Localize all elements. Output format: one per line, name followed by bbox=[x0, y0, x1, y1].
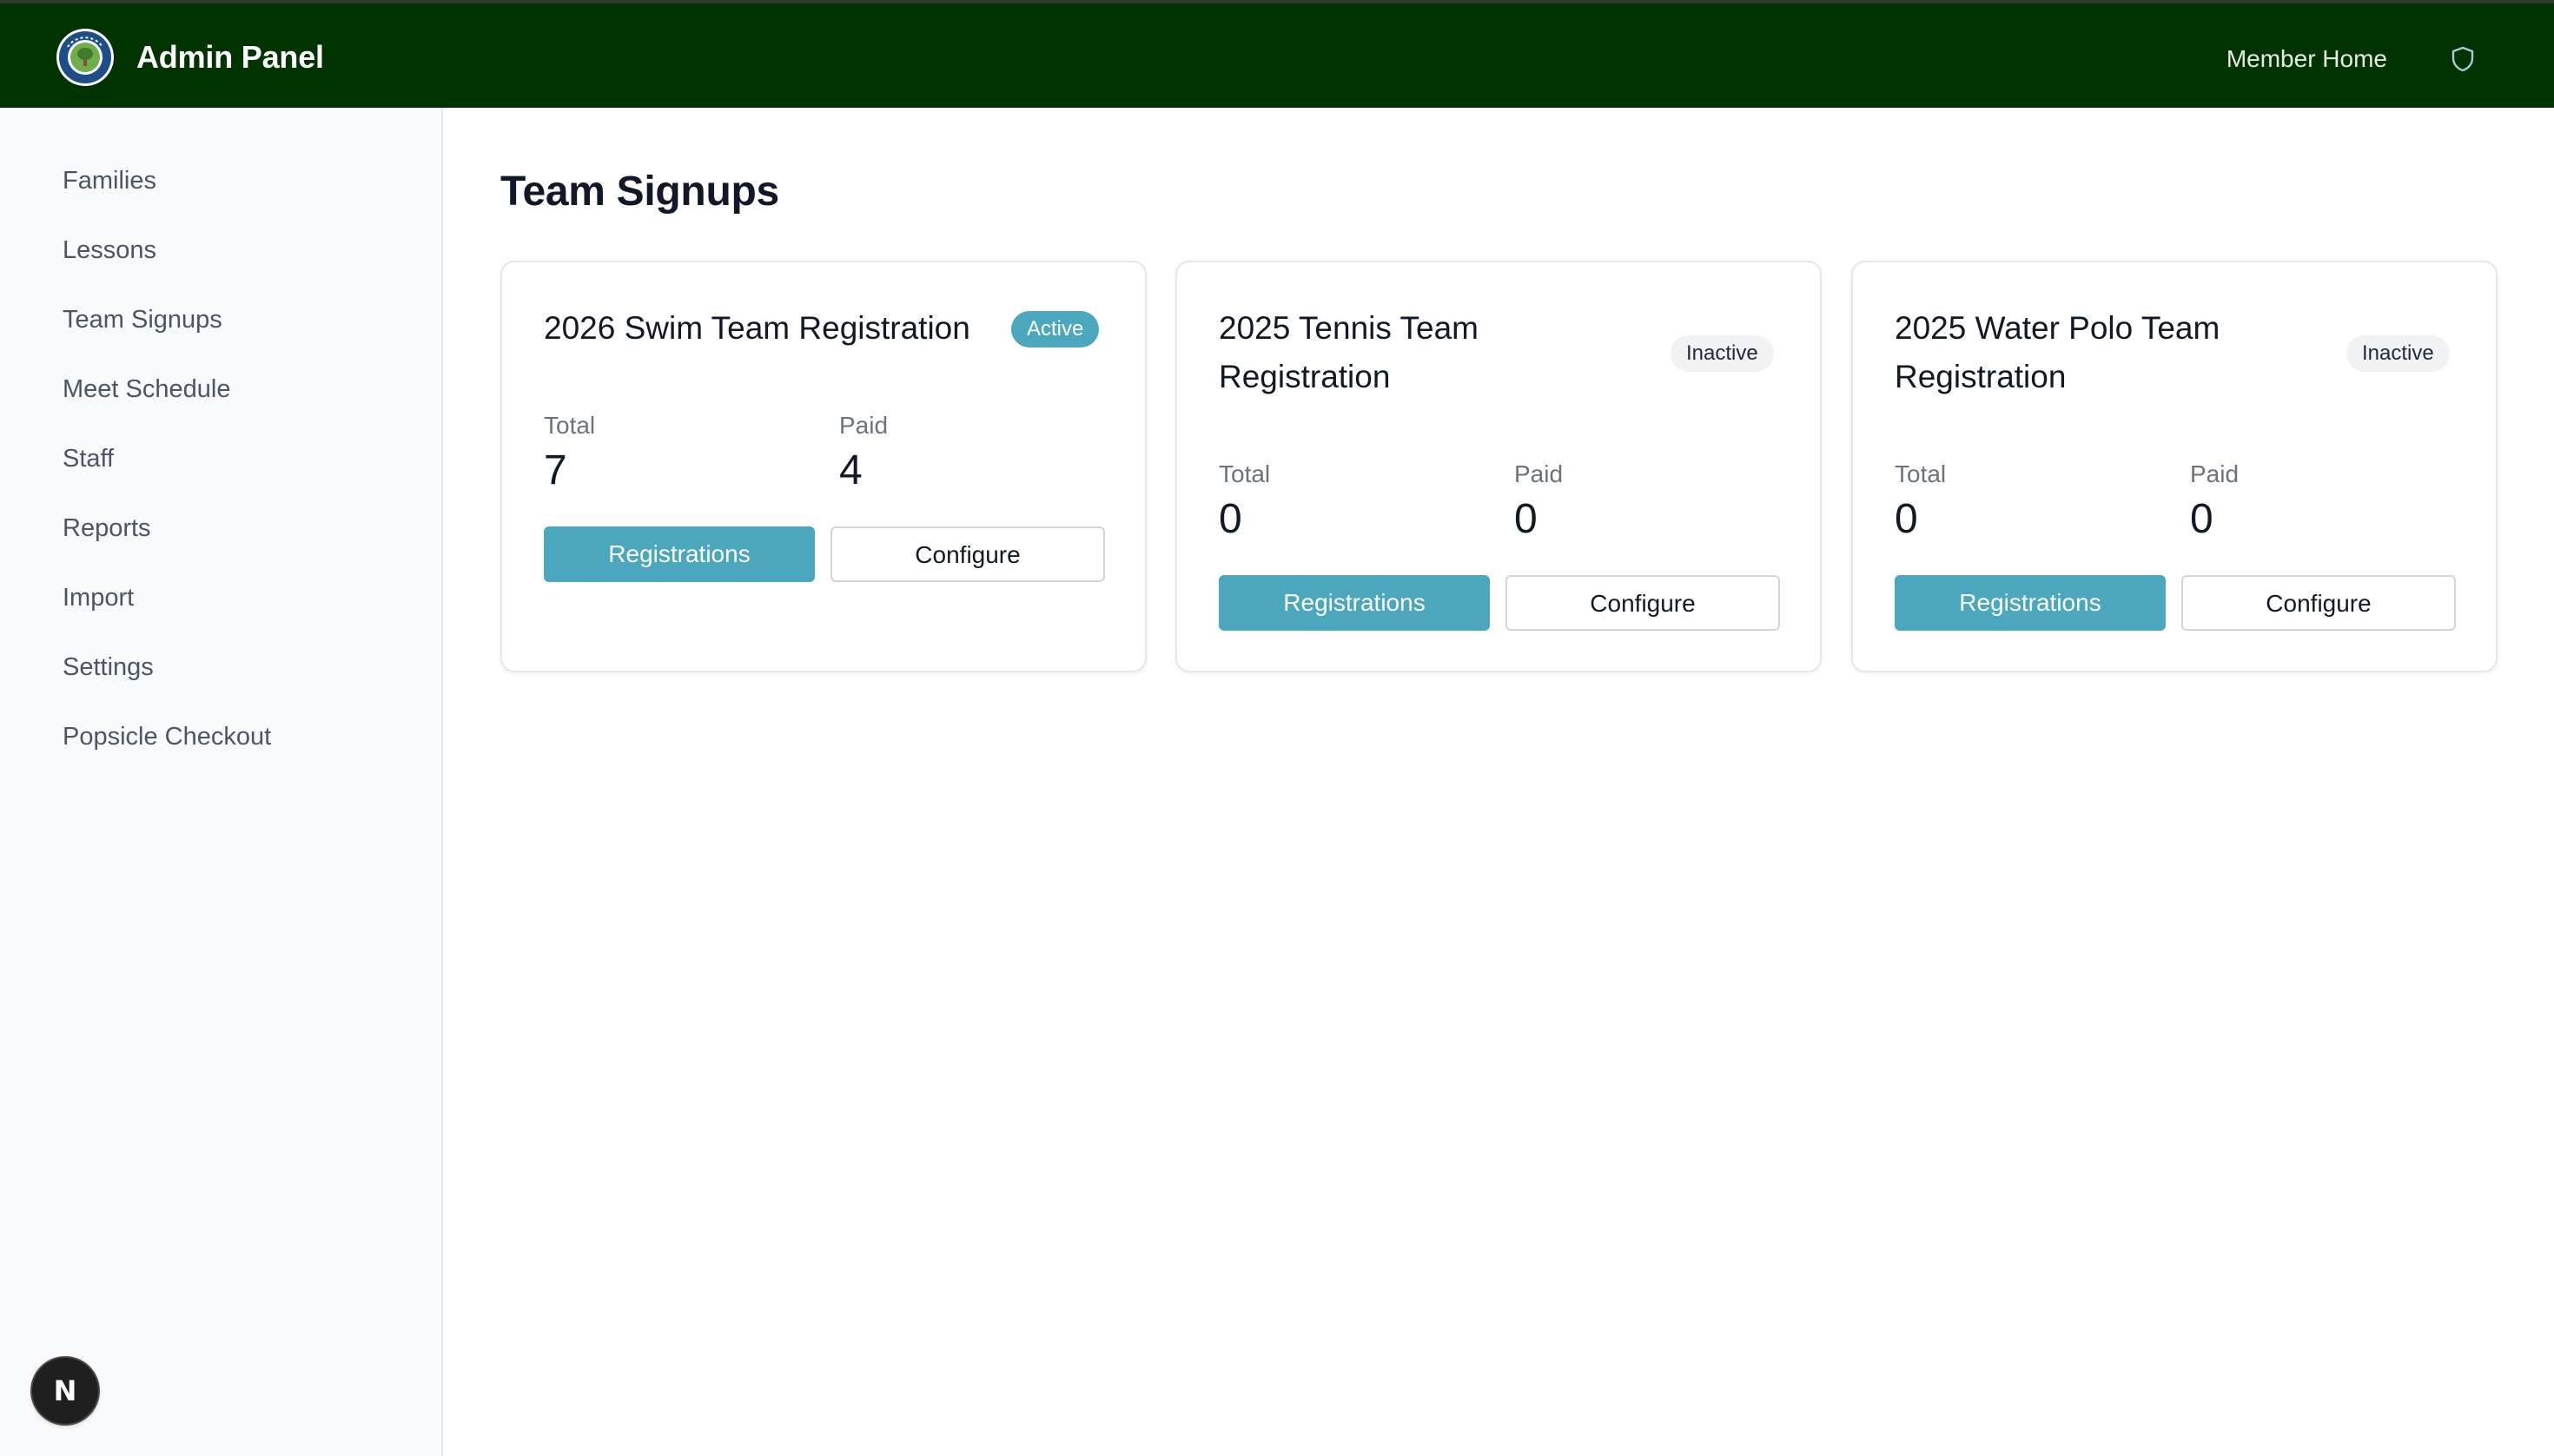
nextjs-icon: N bbox=[53, 1374, 77, 1407]
card-title-line: Registration bbox=[1219, 359, 1391, 394]
sidebar-item-team-signups[interactable]: Team Signups bbox=[63, 302, 222, 337]
nextjs-dev-badge[interactable]: N bbox=[32, 1358, 98, 1424]
signup-card: 2026 Swim Team Registration Active Total… bbox=[500, 261, 1147, 672]
registrations-button[interactable]: Registrations bbox=[1219, 575, 1490, 631]
total-label: Total bbox=[544, 412, 596, 439]
status-badge: Inactive bbox=[1671, 335, 1774, 372]
club-logo-icon[interactable] bbox=[56, 28, 115, 87]
sidebar-item-popsicle-checkout[interactable]: Popsicle Checkout bbox=[63, 719, 271, 754]
total-value: 7 bbox=[544, 447, 567, 493]
paid-value: 0 bbox=[1514, 496, 1538, 542]
app-title: Admin Panel bbox=[136, 39, 324, 75]
sidebar-item-settings[interactable]: Settings bbox=[63, 650, 154, 685]
signup-card: 2025 Tennis Team Registration Inactive T… bbox=[1175, 261, 1822, 672]
sidebar-item-lessons[interactable]: Lessons bbox=[63, 233, 156, 268]
sidebar-item-import[interactable]: Import bbox=[63, 580, 134, 615]
paid-label: Paid bbox=[2190, 460, 2240, 487]
card-title-line: Registration bbox=[1895, 359, 2067, 394]
total-value: 0 bbox=[1219, 496, 1242, 542]
paid-label: Paid bbox=[1514, 460, 1564, 487]
card-title-line: 2025 Water Polo Team bbox=[1895, 310, 2220, 346]
configure-button[interactable]: Configure bbox=[830, 526, 1105, 582]
sidebar: Families Lessons Team Signups Meet Sched… bbox=[0, 108, 443, 1456]
sidebar-item-reports[interactable]: Reports bbox=[63, 511, 151, 546]
registrations-button[interactable]: Registrations bbox=[1895, 575, 2166, 631]
status-badge: Inactive bbox=[2346, 335, 2450, 372]
registrations-button[interactable]: Registrations bbox=[544, 526, 815, 582]
page-title: Team Signups bbox=[500, 169, 779, 215]
paid-label: Paid bbox=[839, 412, 889, 439]
configure-button[interactable]: Configure bbox=[2181, 575, 2456, 631]
card-title: 2025 Water Polo Team Registration bbox=[1895, 304, 2220, 401]
paid-value: 4 bbox=[839, 447, 863, 493]
card-title: 2025 Tennis Team Registration bbox=[1219, 304, 1479, 401]
sidebar-item-staff[interactable]: Staff bbox=[63, 441, 114, 476]
card-title-line: 2025 Tennis Team bbox=[1219, 310, 1479, 346]
total-label: Total bbox=[1895, 460, 1947, 487]
configure-button[interactable]: Configure bbox=[1505, 575, 1780, 631]
top-header: Admin Panel Member Home bbox=[0, 0, 2554, 108]
card-title-line: 2026 Swim Team Registration bbox=[544, 310, 970, 346]
sidebar-item-families[interactable]: Families bbox=[63, 163, 156, 198]
total-value: 0 bbox=[1895, 496, 1918, 542]
total-label: Total bbox=[1219, 460, 1271, 487]
sidebar-item-meet-schedule[interactable]: Meet Schedule bbox=[63, 372, 230, 407]
member-home-link[interactable]: Member Home bbox=[2226, 42, 2387, 76]
paid-value: 0 bbox=[2190, 496, 2213, 542]
signup-card: 2025 Water Polo Team Registration Inacti… bbox=[1851, 261, 2498, 672]
shield-icon[interactable] bbox=[2450, 45, 2476, 73]
status-badge: Active bbox=[1011, 311, 1100, 347]
card-title: 2026 Swim Team Registration bbox=[544, 304, 970, 353]
